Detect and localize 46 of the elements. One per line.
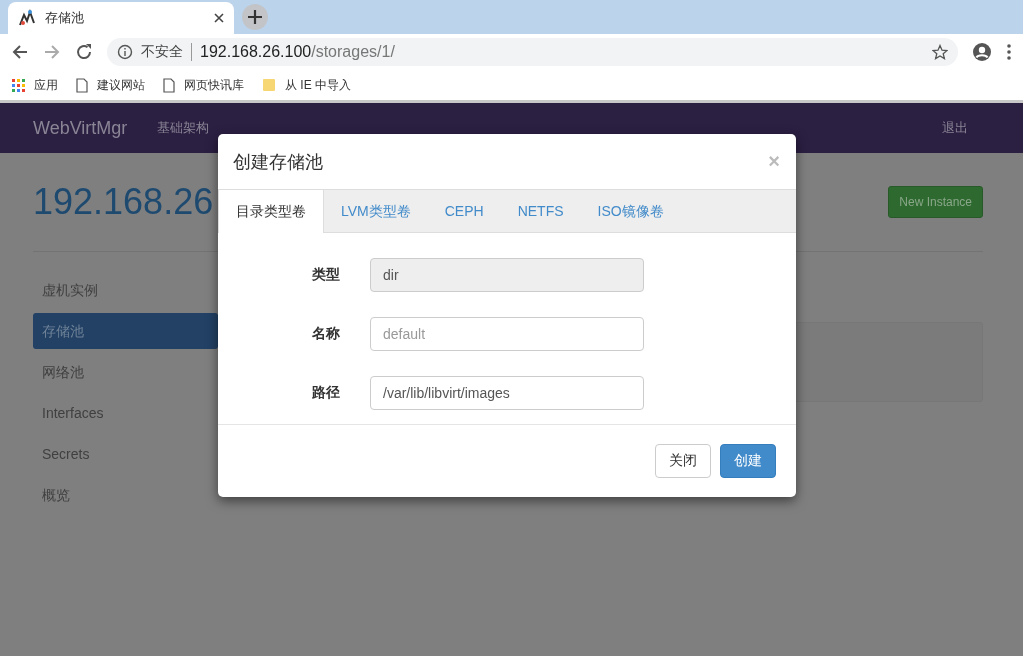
sidebar-item[interactable]: 存储池 (33, 313, 218, 349)
field-label: 名称 (311, 325, 341, 343)
dialog-title: 创建存储池 (233, 150, 323, 174)
new-instance-button[interactable]: New Instance (888, 186, 983, 218)
dialog-tab[interactable]: 目录类型卷 (218, 189, 324, 233)
sidebar-item[interactable]: 虚机实例 (33, 272, 218, 308)
input-field[interactable]: default (370, 317, 644, 351)
new-tab-icon[interactable] (242, 4, 268, 30)
bookmark-item[interactable]: 网页快讯库 (163, 76, 244, 94)
sidebar-item[interactable]: Secrets (33, 436, 218, 472)
page-icon (76, 77, 88, 93)
sidebar-item[interactable]: 概览 (33, 477, 218, 513)
back-icon[interactable] (11, 43, 29, 61)
url-text: 192.168.26.100/storages/1/ (200, 43, 395, 61)
folder-icon (262, 78, 276, 92)
browser-tab[interactable]: 存储池 (8, 2, 234, 34)
apps-icon (12, 78, 25, 92)
tab-title: 存储池 (45, 9, 85, 27)
sidebar-item[interactable]: Interfaces (33, 395, 218, 431)
bookmark-item[interactable]: 应用 (12, 76, 58, 94)
star-icon[interactable] (932, 44, 948, 60)
info-icon (117, 44, 133, 60)
dialog-tab[interactable]: ISO镜像卷 (580, 190, 681, 232)
dialog-tab[interactable]: NETFS (500, 190, 581, 232)
create-button[interactable]: 创建 (720, 444, 776, 478)
field-label: 类型 (311, 266, 341, 284)
input-field[interactable]: /var/lib/libvirt/images (370, 376, 644, 410)
reload-icon[interactable] (75, 43, 93, 61)
field-label: 路径 (311, 384, 341, 402)
account-icon[interactable] (972, 42, 992, 62)
dialog-tab[interactable]: LVM类型卷 (324, 190, 428, 232)
close-dialog-button[interactable]: 关闭 (655, 444, 711, 478)
security-label: 不安全 (141, 43, 192, 61)
page-title: 192.168.26 (33, 181, 214, 223)
bookmark-item[interactable]: 从 IE 中导入 (262, 76, 351, 94)
dialog-tab[interactable]: CEPH (427, 190, 501, 232)
menu-icon[interactable] (1006, 43, 1012, 61)
site-logo-icon (18, 9, 36, 27)
bookmark-item[interactable]: 建议网站 (76, 76, 145, 94)
logout-link[interactable]: 退出 (942, 119, 968, 137)
page-icon (163, 77, 175, 93)
brand-link[interactable]: WebVirtMgr (33, 117, 128, 139)
sidebar-item[interactable]: 网络池 (33, 354, 218, 390)
nav-link[interactable]: 基础架构 (157, 119, 210, 137)
address-field[interactable]: 不安全 192.168.26.100/storages/1/ (107, 38, 958, 66)
close-icon[interactable] (214, 13, 224, 23)
